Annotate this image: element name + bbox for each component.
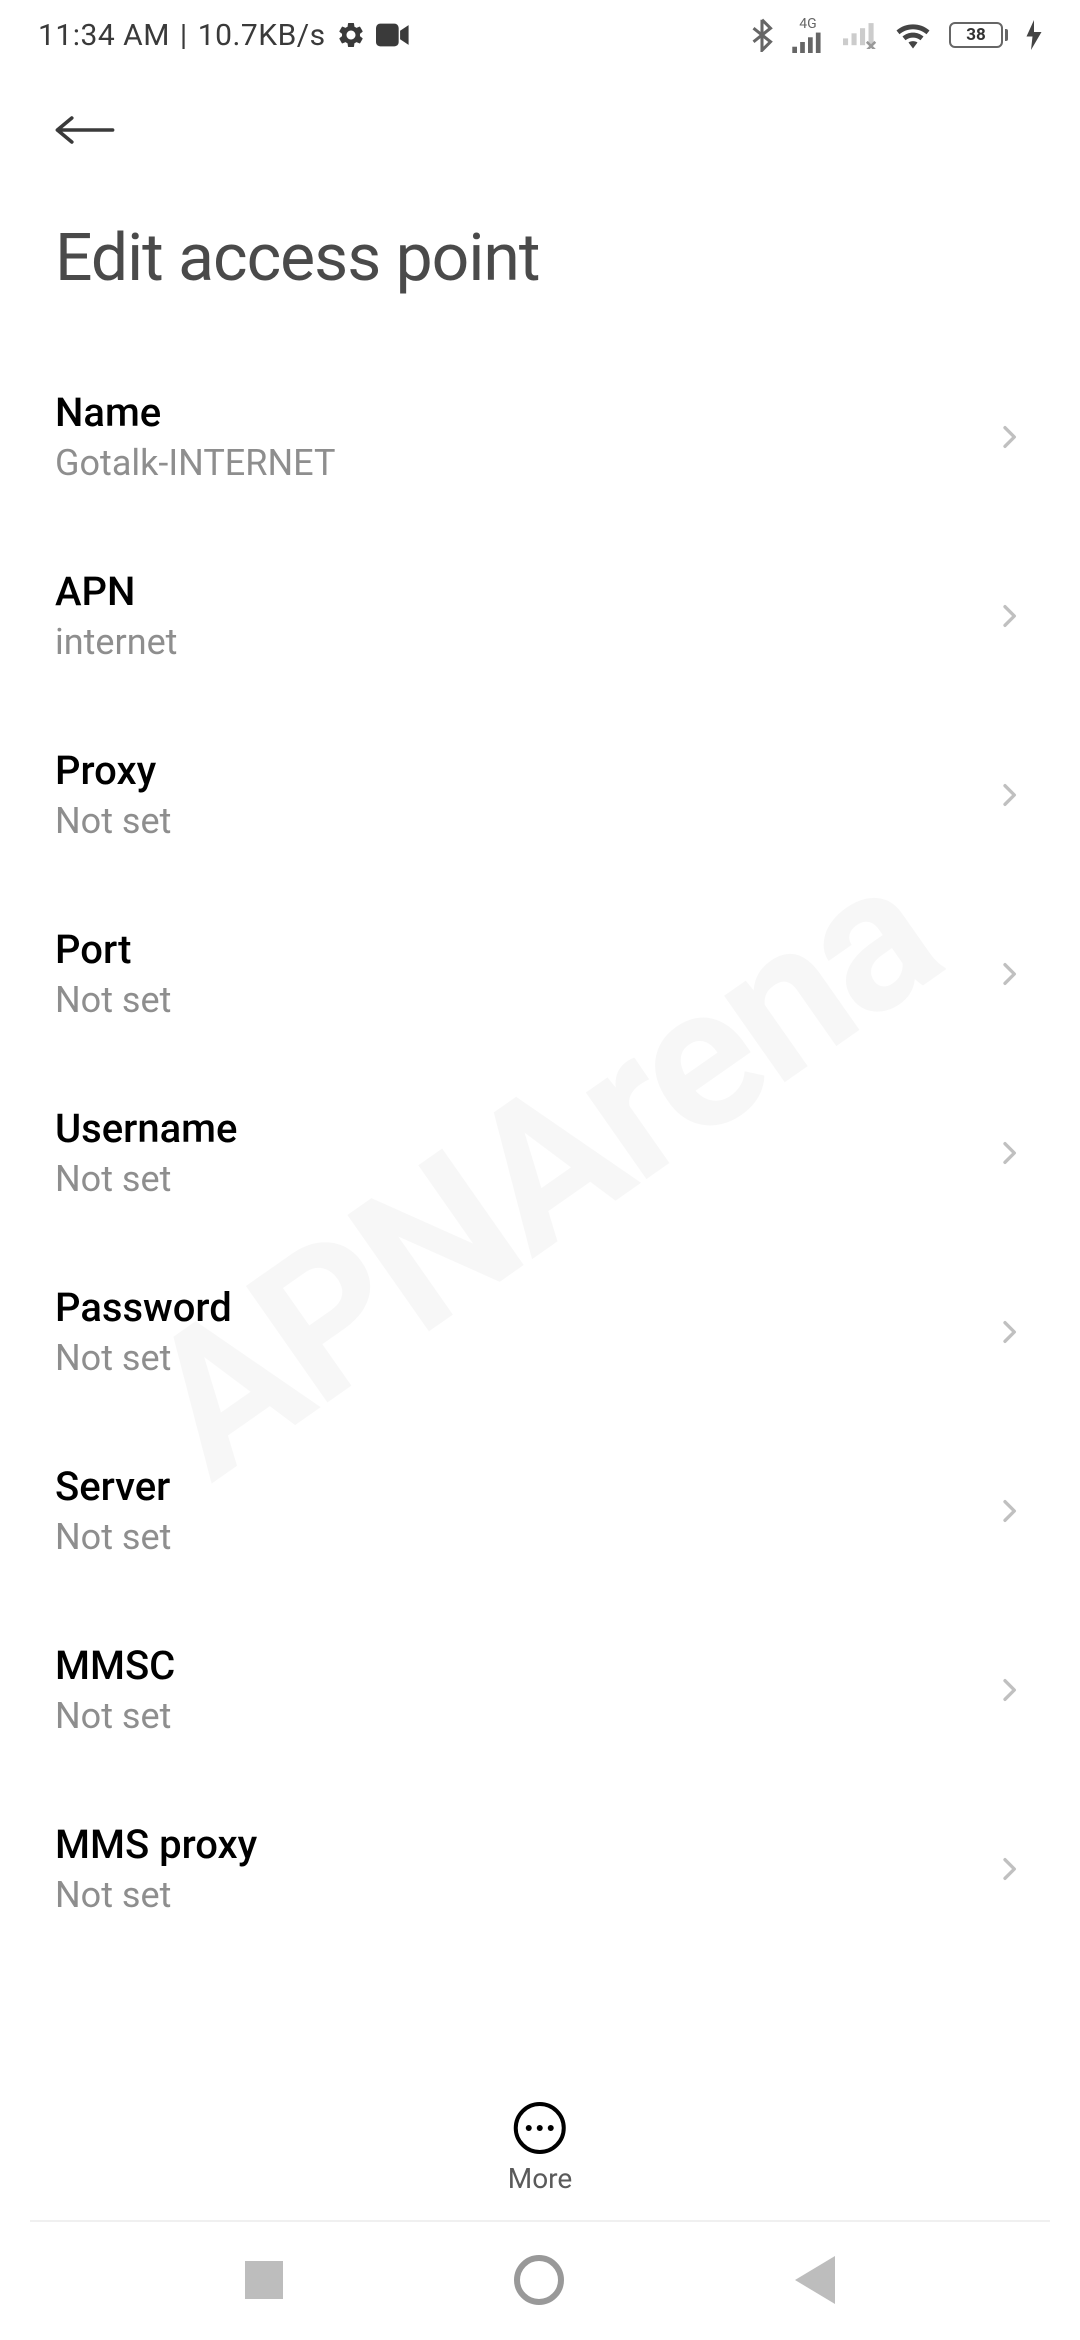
setting-label: MMSC [55,1642,175,1689]
setting-label: MMS proxy [55,1821,257,1868]
page-title: Edit access point [0,170,1080,327]
setting-label: APN [55,568,177,615]
setting-value: Not set [55,800,171,842]
setting-value: Not set [55,1337,232,1379]
setting-apn[interactable]: APN internet [0,526,1080,705]
setting-value: Not set [55,1874,257,1916]
setting-proxy[interactable]: Proxy Not set [0,705,1080,884]
header [0,70,1080,170]
more-icon [514,2102,566,2154]
setting-port[interactable]: Port Not set [0,884,1080,1063]
back-button[interactable] [55,100,115,160]
chevron-right-icon [993,1853,1025,1885]
setting-label: Port [55,926,171,973]
chevron-right-icon [993,1674,1025,1706]
status-right: 4G 38 [751,17,1042,53]
setting-value: Not set [55,1158,237,1200]
more-button[interactable]: More [508,2102,573,2195]
charging-icon [1026,20,1042,50]
chevron-right-icon [993,958,1025,990]
setting-name[interactable]: Name Gotalk-INTERNET [0,347,1080,526]
nav-back-icon[interactable] [795,2256,835,2304]
setting-username[interactable]: Username Not set [0,1063,1080,1242]
signal-4g-icon: 4G [791,17,825,53]
status-bar: 11:34 AM | 10.7KB/s 4G 38 [0,0,1080,70]
setting-value: internet [55,621,177,663]
navigation-bar [0,2220,1080,2340]
more-label: More [508,2162,573,2195]
settings-list: Name Gotalk-INTERNET APN internet Proxy … [0,327,1080,1978]
video-icon [376,23,410,47]
chevron-right-icon [993,1495,1025,1527]
setting-mmsc[interactable]: MMSC Not set [0,1600,1080,1779]
chevron-right-icon [993,1316,1025,1348]
status-time: 11:34 AM [38,18,170,53]
chevron-right-icon [993,779,1025,811]
setting-mms-proxy[interactable]: MMS proxy Not set [0,1779,1080,1958]
bluetooth-icon [751,18,773,52]
signal-no-service-icon [843,21,877,49]
setting-value: Not set [55,979,171,1021]
setting-label: Server [55,1463,171,1510]
setting-label: Username [55,1105,237,1152]
setting-label: Proxy [55,747,171,794]
status-separator: | [180,18,188,53]
setting-value: Not set [55,1695,175,1737]
status-left: 11:34 AM | 10.7KB/s [38,18,410,53]
chevron-right-icon [993,600,1025,632]
chevron-right-icon [993,1137,1025,1169]
setting-server[interactable]: Server Not set [0,1421,1080,1600]
wifi-icon [895,21,931,49]
setting-value: Not set [55,1516,171,1558]
nav-home-icon[interactable] [514,2255,564,2305]
gear-icon [336,20,366,50]
status-data-rate: 10.7KB/s [198,18,326,53]
battery-icon: 38 [949,22,1008,48]
setting-value: Gotalk-INTERNET [55,442,335,484]
setting-password[interactable]: Password Not set [0,1242,1080,1421]
setting-label: Name [55,389,335,436]
nav-recents-icon[interactable] [245,2261,283,2299]
chevron-right-icon [993,421,1025,453]
setting-label: Password [55,1284,232,1331]
